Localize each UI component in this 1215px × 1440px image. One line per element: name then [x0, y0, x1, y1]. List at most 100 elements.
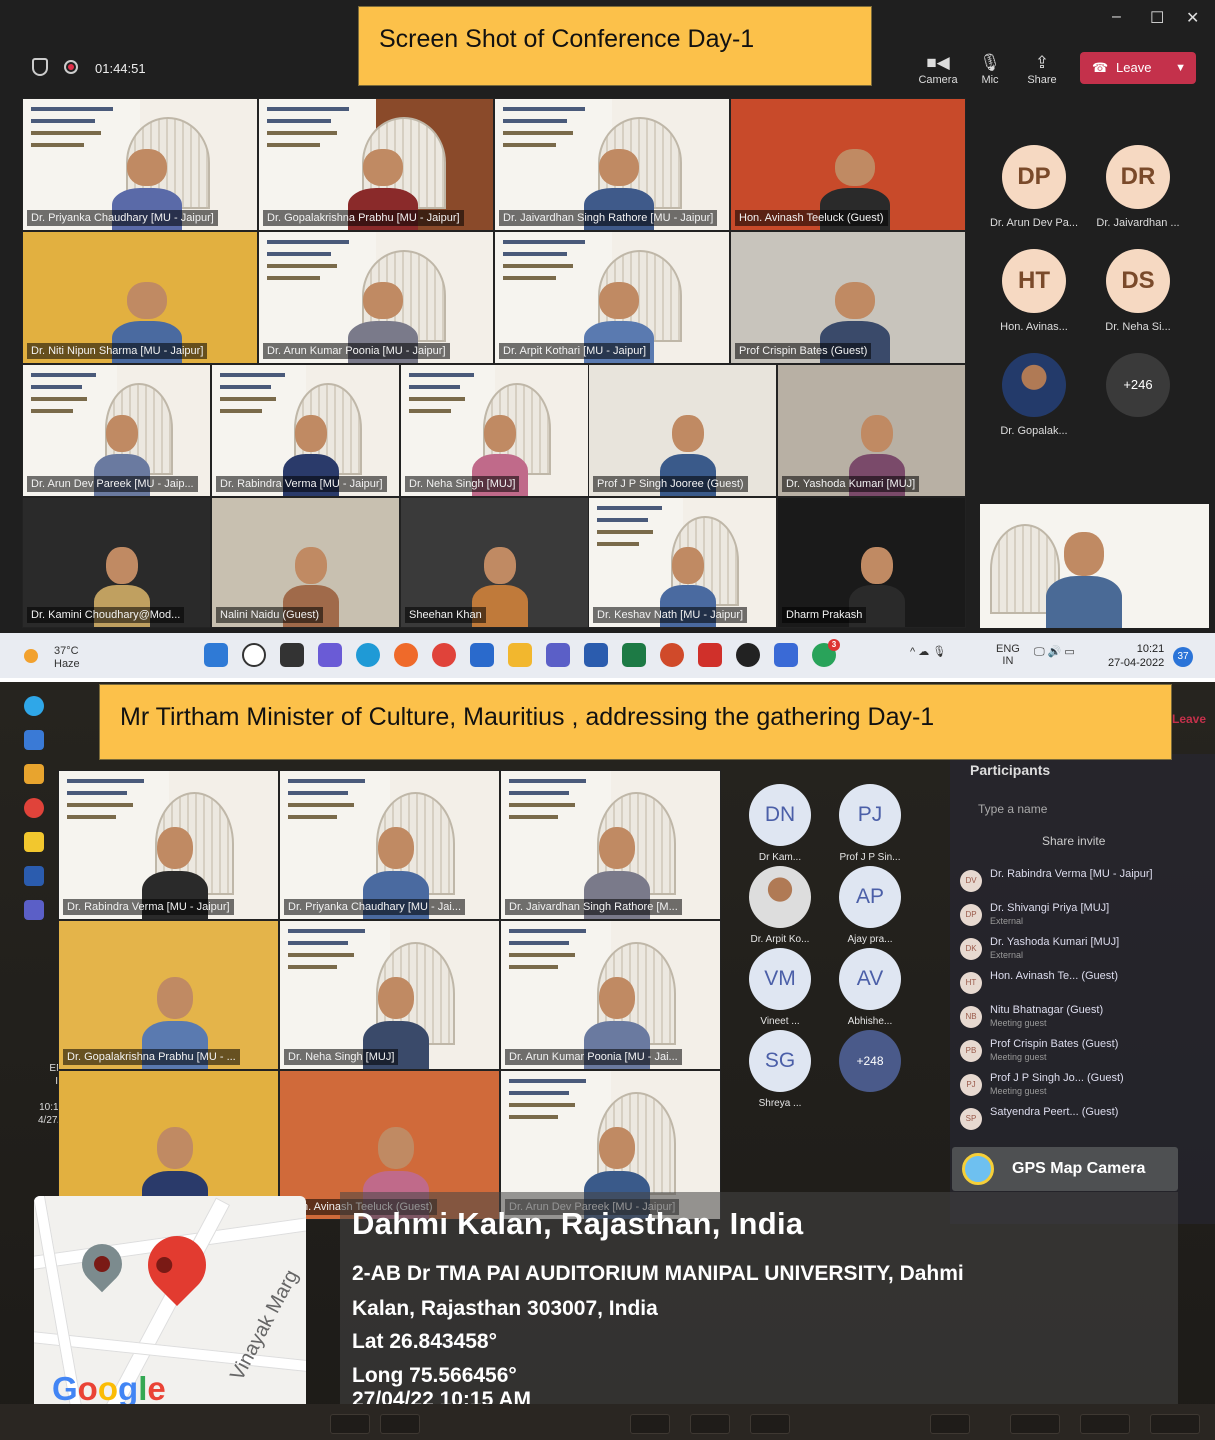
folder-icon[interactable]	[24, 764, 44, 784]
participant-role: Meeting guest	[990, 1052, 1047, 1062]
chevron-down-icon[interactable]: ▼	[1175, 52, 1186, 84]
video-tile[interactable]: Dr. Arpit Kothari [MU - Jaipur]	[494, 231, 730, 364]
participant-search-input[interactable]: Type a name	[978, 802, 1215, 816]
participant-avatar[interactable]: AV Abhishe...	[815, 948, 925, 1027]
participant-avatar[interactable]: AP Ajay pra...	[815, 866, 925, 945]
avatar-strip-2: DN Dr Kam... PJ Prof J P Sin... Dr. Arpit Ko…	[725, 770, 945, 1150]
weather-widget[interactable]: 37°C Haze	[24, 645, 80, 671]
video-tile[interactable]: Dr. Arun Kumar Poonia [MU - Jaipur]	[258, 231, 494, 364]
minimize-icon[interactable]: –	[1112, 8, 1121, 26]
video-tile[interactable]: Prof Crispin Bates (Guest)	[730, 231, 966, 364]
start-icon[interactable]	[204, 643, 228, 667]
video-tile[interactable]: Prof J P Singh Jooree (Guest)	[588, 364, 777, 497]
close-icon[interactable]: ✕	[1186, 8, 1199, 28]
video-tile[interactable]: Dr. Niti Nipun Sharma [MU - Jaipur]	[22, 231, 258, 364]
edge-icon[interactable]	[356, 643, 380, 667]
sticky-notes-icon[interactable]	[24, 832, 44, 852]
video-tile[interactable]: Dr. Gopalakrishna Prabhu [MU - ...	[58, 920, 279, 1070]
mic-button[interactable]: 🎙 Mic	[968, 52, 1012, 86]
participant-row[interactable]: DK Dr. Yashoda Kumari [MUJ] External	[960, 934, 1215, 968]
google-logo-letter: e	[147, 1370, 166, 1407]
chrome-icon[interactable]	[432, 643, 456, 667]
network-volume-battery-icons[interactable]: 🖵 🔊 ▭	[1034, 645, 1075, 659]
participant-avatar[interactable]: DR Dr. Jaivardhan ...	[1090, 145, 1186, 229]
maximize-icon[interactable]: ☐	[1150, 8, 1164, 28]
participant-avatar[interactable]: HT Hon. Avinas...	[986, 249, 1082, 333]
video-tile[interactable]: Dr. Priyanka Chaudhary [MU - Jai...	[279, 770, 500, 920]
media-player-icon[interactable]	[736, 643, 760, 667]
participant-row[interactable]: NB Nitu Bhatnagar (Guest) Meeting guest	[960, 1002, 1215, 1036]
video-tile[interactable]: Dr. Keshav Nath [MU - Jaipur]	[588, 497, 777, 628]
video-tile[interactable]: Dr. Priyanka Chaudhary [MU - Jaipur]	[22, 98, 258, 231]
firefox-icon[interactable]	[394, 643, 418, 667]
self-video-tile[interactable]	[980, 504, 1209, 628]
camera-label: Camera	[918, 74, 958, 86]
word-icon[interactable]	[24, 866, 44, 886]
participant-list: DV Dr. Rabindra Verma [MU - Jaipur] DP Dr. …	[950, 866, 1215, 1138]
participant-name-label: Dr. Priyanka Chaudhary [MU - Jaipur]	[27, 210, 218, 226]
video-tile[interactable]: Dr. Rabindra Verma [MU - Jaipur]	[58, 770, 279, 920]
participant-row[interactable]: DP Dr. Shivangi Priya [MUJ] External	[960, 900, 1215, 934]
explorer-icon[interactable]	[508, 643, 532, 667]
whatsapp-icon[interactable]: 3	[812, 639, 840, 667]
powerpoint-icon[interactable]	[660, 643, 684, 667]
participant-head	[672, 547, 704, 584]
mail-icon[interactable]	[24, 730, 44, 750]
participant-row[interactable]: SP Satyendra Peert... (Guest)	[960, 1104, 1215, 1138]
video-tile[interactable]: Dr. Arun Dev Pareek [MU - Jaip...	[22, 364, 211, 497]
video-tile[interactable]: Dr. Arun Kumar Poonia [MU - Jai...	[500, 920, 721, 1070]
participant-avatar[interactable]: DS Dr. Neha Si...	[1090, 249, 1186, 333]
excel-icon[interactable]	[622, 643, 646, 667]
video-tile[interactable]: Dr. Yashoda Kumari [MUJ]	[777, 364, 966, 497]
chrome-icon[interactable]	[24, 798, 44, 818]
participant-avatar[interactable]: +246	[1090, 353, 1186, 425]
participant-row[interactable]: PJ Prof J P Singh Jo... (Guest) Meeting gu…	[960, 1070, 1215, 1104]
participant-avatar[interactable]: DP Dr. Arun Dev Pa...	[986, 145, 1082, 229]
caption-day1: Screen Shot of Conference Day-1	[358, 6, 872, 86]
participant-name-label: Prof Crispin Bates (Guest)	[735, 343, 872, 359]
leave-button-2[interactable]: Leave	[1172, 712, 1206, 726]
video-tile[interactable]: Dr. Kamini Choudhary@Mod...	[22, 497, 211, 628]
word-icon[interactable]	[584, 643, 608, 667]
self-head	[1064, 532, 1104, 576]
avatar-photo	[749, 866, 811, 928]
participant-row[interactable]: DV Dr. Rabindra Verma [MU - Jaipur]	[960, 866, 1215, 900]
google-logo-letter: G	[52, 1370, 78, 1407]
lang-indicator[interactable]: ENG IN	[996, 643, 1020, 667]
search-icon[interactable]	[242, 643, 266, 667]
teams-icon[interactable]	[546, 643, 570, 667]
video-tile[interactable]: Dr. Gopalakrishna Prabhu [MU - Jaipur]	[258, 98, 494, 231]
teams-icon[interactable]	[24, 900, 44, 920]
video-tile[interactable]: Dharm Prakash	[777, 497, 966, 628]
participant-avatar[interactable]: +248	[815, 1030, 925, 1098]
taskbar-clock[interactable]: 10:21 27-04-2022	[1108, 642, 1164, 670]
video-tile[interactable]: Dr. Neha Singh [MUJ]	[400, 364, 589, 497]
video-tile[interactable]: Sheehan Khan	[400, 497, 589, 628]
share-invite-button[interactable]: Share invite	[1042, 834, 1215, 848]
participant-row[interactable]: PB Prof Crispin Bates (Guest) Meeting gues…	[960, 1036, 1215, 1070]
gps-app-name: GPS Map Camera	[1012, 1160, 1146, 1177]
video-tile[interactable]: Nalini Naidu (Guest)	[211, 497, 400, 628]
zoom-icon[interactable]	[774, 643, 798, 667]
acrobat-icon[interactable]	[698, 643, 722, 667]
camera-button[interactable]: ■◀ Camera	[916, 52, 960, 86]
chat-icon[interactable]	[318, 643, 342, 667]
google-logo: Google	[52, 1370, 166, 1408]
video-tile[interactable]: Dr. Jaivardhan Singh Rathore [M...	[500, 770, 721, 920]
video-tile[interactable]: Dr. Neha Singh [MUJ]	[279, 920, 500, 1070]
leave-button[interactable]: ☎ Leave ▼	[1080, 52, 1196, 84]
avatar-initials: +246	[1106, 353, 1170, 417]
video-tile[interactable]: Hon. Avinash Teeluck (Guest)	[730, 98, 966, 231]
outlook-icon[interactable]	[470, 643, 494, 667]
video-tile[interactable]: Dr. Rabindra Verma [MU - Jaipur]	[211, 364, 400, 497]
task-view-icon[interactable]	[280, 643, 304, 667]
tray-chevron-icon[interactable]: ^ ☁ 🎙	[910, 646, 946, 658]
share-button[interactable]: ⇪ Share	[1020, 52, 1064, 86]
participant-row[interactable]: HT Hon. Avinash Te... (Guest)	[960, 968, 1215, 1002]
participant-avatar[interactable]: Dr. Gopalak...	[986, 353, 1082, 437]
notification-badge[interactable]: 37	[1173, 647, 1193, 667]
video-tile[interactable]: Dr. Jaivardhan Singh Rathore [MU - Jaipu…	[494, 98, 730, 231]
participant-avatar[interactable]: PJ Prof J P Sin...	[815, 784, 925, 863]
edge-icon[interactable]	[24, 696, 44, 716]
avatar-label: Dr. Jaivardhan ...	[1096, 217, 1180, 229]
